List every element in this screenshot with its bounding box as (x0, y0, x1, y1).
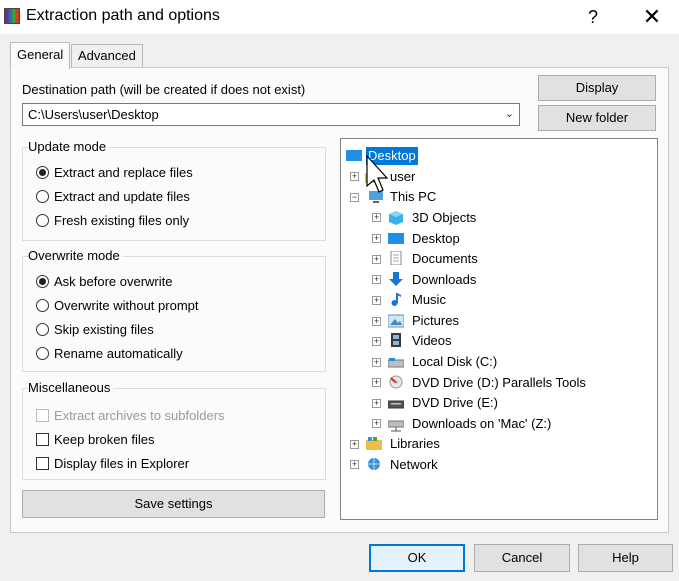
desktop-icon (388, 233, 404, 244)
radio-fresh-existing[interactable]: Fresh existing files only (36, 213, 189, 228)
radio-extract-and-update[interactable]: Extract and update files (36, 189, 190, 204)
checkbox-icon[interactable] (36, 433, 49, 446)
libraries-icon (366, 437, 382, 450)
checkbox-icon[interactable] (36, 457, 49, 470)
tab-general[interactable]: General (10, 42, 70, 69)
desktop-icon (346, 150, 362, 161)
overwrite-mode-title: Overwrite mode (28, 248, 123, 263)
cancel-button[interactable]: Cancel (474, 544, 570, 572)
chevron-down-icon[interactable]: ⌄ (505, 104, 514, 125)
radio-icon[interactable] (36, 214, 49, 227)
expand-plus-icon[interactable]: + (372, 419, 381, 428)
close-button[interactable]: ✕ (634, 3, 670, 31)
expand-plus-icon[interactable]: + (372, 255, 381, 264)
new-folder-button[interactable]: New folder (538, 105, 656, 131)
expand-plus-icon[interactable]: + (372, 296, 381, 305)
expand-plus-icon[interactable]: + (350, 440, 359, 449)
radio-selected-icon[interactable] (36, 166, 49, 179)
radio-icon[interactable] (36, 299, 49, 312)
radio-selected-icon[interactable] (36, 275, 49, 288)
dvd-drive-icon (388, 400, 404, 409)
expand-plus-icon[interactable]: + (372, 275, 381, 284)
help-title-button[interactable]: ? (578, 5, 608, 29)
expand-plus-icon[interactable]: + (350, 460, 359, 469)
display-button[interactable]: Display (538, 75, 656, 101)
ok-button[interactable]: OK (369, 544, 465, 572)
disk-icon (388, 358, 404, 368)
radio-icon[interactable] (36, 190, 49, 203)
mouse-cursor-icon (366, 154, 389, 193)
winrar-app-icon (4, 8, 20, 24)
expand-plus-icon[interactable]: + (372, 337, 381, 346)
help-button[interactable]: Help (578, 544, 673, 572)
radio-skip-existing[interactable]: Skip existing files (36, 322, 154, 337)
checkbox-keep-broken-files[interactable]: Keep broken files (36, 432, 154, 447)
checkbox-extract-to-subfolders: Extract archives to subfolders (36, 408, 225, 423)
title-bar: Extraction path and options ? ✕ (0, 0, 679, 34)
expand-plus-icon[interactable]: + (350, 172, 359, 181)
destination-path-label: Destination path (will be created if doe… (22, 82, 306, 97)
radio-icon[interactable] (36, 323, 49, 336)
radio-icon[interactable] (36, 347, 49, 360)
dvd-icon (389, 375, 403, 389)
expand-plus-icon[interactable]: + (372, 358, 381, 367)
update-mode-title: Update mode (28, 139, 110, 154)
collapse-minus-icon[interactable]: − (350, 193, 359, 202)
expand-plus-icon[interactable]: + (372, 378, 381, 387)
save-settings-button[interactable]: Save settings (22, 490, 325, 518)
tab-advanced[interactable]: Advanced (71, 44, 143, 68)
destination-path-value: C:\Users\user\Desktop (28, 107, 159, 122)
destination-path-combobox[interactable]: C:\Users\user\Desktop ⌄ (22, 103, 520, 126)
expand-plus-icon[interactable]: + (372, 399, 381, 408)
radio-ask-before-overwrite[interactable]: Ask before overwrite (36, 274, 173, 289)
checkbox-icon (36, 409, 49, 422)
expand-plus-icon[interactable]: + (372, 317, 381, 326)
checkbox-display-in-explorer[interactable]: Display files in Explorer (36, 456, 189, 471)
network-drive-icon (388, 420, 404, 432)
radio-extract-and-replace[interactable]: Extract and replace files (36, 165, 193, 180)
music-icon (391, 293, 401, 306)
pictures-icon (388, 314, 404, 328)
expand-plus-icon[interactable]: + (372, 213, 381, 222)
video-icon (391, 333, 401, 347)
radio-rename-automatically[interactable]: Rename automatically (36, 346, 183, 361)
window-title: Extraction path and options (26, 7, 220, 24)
network-icon (368, 458, 380, 470)
expand-plus-icon[interactable]: + (372, 234, 381, 243)
download-icon (389, 272, 403, 286)
cube-icon (389, 211, 403, 225)
radio-overwrite-without-prompt[interactable]: Overwrite without prompt (36, 298, 199, 313)
miscellaneous-title: Miscellaneous (28, 380, 114, 395)
document-icon (390, 251, 402, 265)
